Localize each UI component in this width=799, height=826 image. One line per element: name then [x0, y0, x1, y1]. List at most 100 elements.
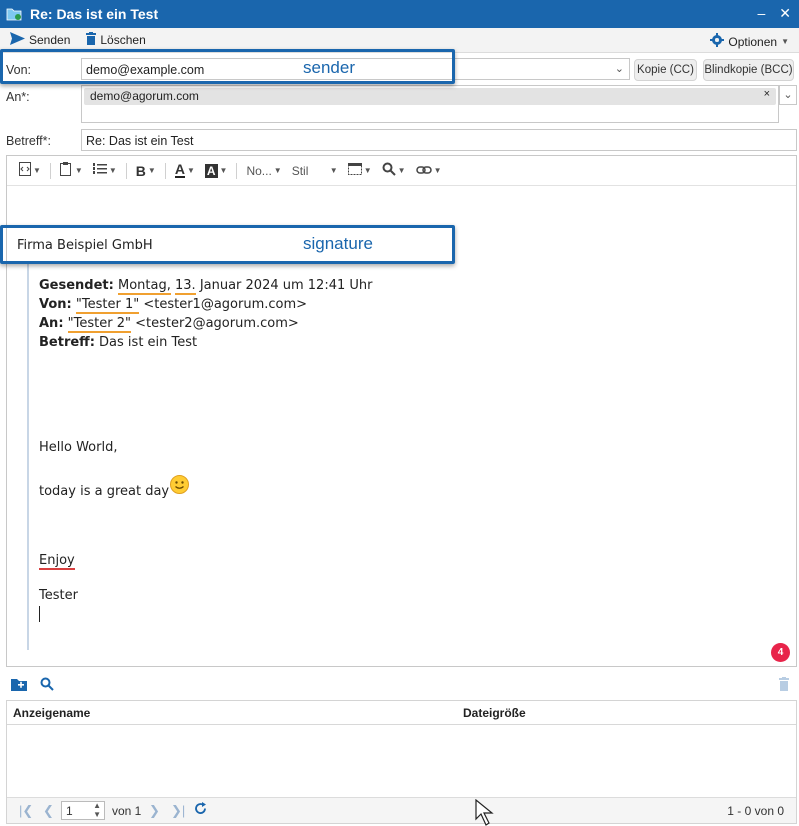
toolbar-divider [164, 162, 166, 179]
delete-label: Löschen [100, 33, 146, 47]
style-select[interactable]: Stil ▼ [288, 160, 342, 182]
chevron-down-icon: ▼ [186, 166, 195, 175]
quote-subject-line: Betreff: Das ist ein Test [39, 335, 197, 350]
signature-annotation: signature [303, 234, 373, 253]
pager-summary: 1 - 0 von 0 [727, 804, 784, 818]
highlight-color-icon: A [204, 163, 218, 178]
subject-input[interactable]: Re: Das ist ein Test [81, 129, 797, 151]
chevron-down-icon: ▼ [219, 166, 228, 175]
chevron-down-icon: ⌄ [783, 89, 793, 101]
to-field[interactable]: demo@agorum.com × [81, 85, 779, 123]
to-label: An*: [6, 90, 30, 104]
send-button[interactable]: Senden [10, 32, 70, 48]
body-line: today is a great day [39, 484, 169, 499]
pagination-bar: |❮ ❮ 1 ▲ ▼ von 1 ❯ ❯| 1 - 0 von 0 [7, 797, 796, 823]
chevron-down-icon: ▼ [108, 166, 117, 175]
options-label: Optionen [728, 34, 778, 49]
subject-value: Re: Das ist ein Test [86, 134, 194, 148]
title-bar: Re: Das ist ein Test – ✕ [0, 0, 799, 28]
quote-to-name: "Tester 2" [67, 316, 131, 333]
quote-bar [27, 262, 29, 650]
find-button[interactable]: ▼ [378, 160, 410, 182]
chevron-down-icon: ▼ [433, 166, 442, 175]
add-attachment-icon[interactable] [11, 677, 27, 694]
close-icon[interactable]: ✕ [779, 5, 791, 22]
chevron-down-icon: ▼ [74, 166, 83, 175]
recipient-chip[interactable]: demo@agorum.com × [84, 88, 776, 105]
quote-sent-rest: Januar 2024 um 12:41 Uhr [199, 278, 373, 293]
minimize-icon[interactable]: – [757, 5, 765, 22]
quote-from-line: Von: "Tester 1" <tester1@agorum.com> [39, 297, 308, 314]
page-stepper-icon[interactable]: ▲ ▼ [93, 801, 101, 819]
chevron-down-icon: ▼ [397, 166, 406, 175]
text-cursor [39, 606, 40, 622]
mail-folder-icon [6, 7, 22, 21]
source-button[interactable]: ▼ [15, 160, 45, 182]
source-code-icon [19, 162, 31, 179]
background-color-button[interactable]: A ▼ [201, 160, 232, 182]
quote-from-label: Von: [39, 297, 72, 312]
gear-icon [710, 33, 725, 50]
body-line-text: today is a great day [39, 484, 170, 499]
bold-icon: B [135, 162, 146, 179]
table-button[interactable]: ▼ [344, 160, 376, 182]
column-header-name[interactable]: Anzeigename [13, 706, 90, 720]
last-page-icon[interactable]: ❯| [171, 803, 185, 819]
send-icon [10, 32, 25, 48]
mouse-pointer-icon [475, 798, 501, 826]
next-page-icon[interactable]: ❯ [149, 803, 160, 819]
quote-from-email: <tester1@agorum.com> [143, 297, 308, 312]
signature-highlight [0, 225, 455, 264]
grid-header: Anzeigename Dateigröße [7, 701, 796, 725]
font-size-value: No... [246, 163, 272, 178]
trash-icon [86, 32, 97, 48]
send-label: Senden [29, 33, 71, 47]
quote-subject-label: Betreff: [39, 335, 95, 350]
column-header-size[interactable]: Dateigröße [463, 706, 526, 720]
recipient-email: demo@agorum.com [90, 89, 199, 103]
body-enjoy-text: Enjoy [39, 553, 75, 570]
paste-button[interactable]: ▼ [56, 160, 87, 182]
smiley-emoji-icon [170, 475, 189, 494]
page-of-label: von 1 [112, 804, 142, 818]
table-icon [347, 163, 362, 178]
quote-sent-date: 13. [174, 278, 196, 295]
toolbar-divider [236, 162, 238, 179]
quote-sent-line: Gesendet: Montag, 13. Januar 2024 um 12:… [39, 278, 373, 295]
notification-badge[interactable]: 4 [771, 643, 790, 662]
trash-icon[interactable] [779, 677, 789, 694]
style-value: Stil [291, 163, 309, 178]
bold-button[interactable]: B ▼ [132, 160, 160, 182]
options-button[interactable]: Optionen ▼ [710, 33, 789, 50]
text-color-button[interactable]: A ▼ [171, 160, 199, 182]
search-icon [382, 162, 396, 179]
chevron-down-icon: ▼ [781, 37, 789, 46]
quote-to-email: <tester2@agorum.com> [135, 316, 299, 331]
bcc-button[interactable]: Blindkopie (BCC) [703, 59, 794, 81]
chevron-down-icon: ▼ [147, 166, 156, 175]
sender-highlight [0, 49, 455, 84]
search-icon[interactable] [40, 677, 54, 694]
text-color-icon: A [174, 161, 185, 178]
quote-to-line: An: "Tester 2" <tester2@agorum.com> [39, 316, 299, 333]
attachment-toolbar [0, 672, 799, 698]
toolbar-divider [125, 162, 127, 179]
to-dropdown-button[interactable]: ⌄ [779, 85, 797, 105]
page-number-input[interactable]: 1 ▲ ▼ [61, 801, 105, 820]
remove-recipient-icon[interactable]: × [764, 88, 770, 100]
refresh-icon[interactable] [194, 802, 207, 818]
body-greeting: Hello World, [39, 440, 118, 455]
clipboard-icon [59, 162, 73, 179]
delete-button[interactable]: Löschen [86, 32, 146, 48]
prev-page-icon[interactable]: ❮ [43, 803, 54, 819]
link-button[interactable]: ▼ [412, 160, 446, 182]
font-size-select[interactable]: No... ▼ [242, 160, 285, 182]
chevron-down-icon: ▼ [273, 166, 282, 175]
editor-toolbar: ▼ ▼ ▼ B ▼ A ▼ A ▼ No... ▼ Stil ▼ ▼ ▼ ▼ [7, 156, 796, 186]
toolbar-divider [49, 162, 51, 179]
list-button[interactable]: ▼ [89, 160, 121, 182]
window-title: Re: Das ist ein Test [30, 6, 159, 22]
first-page-icon[interactable]: |❮ [19, 803, 33, 819]
quote-from-name: "Tester 1" [75, 297, 140, 314]
cc-button[interactable]: Kopie (CC) [634, 59, 697, 81]
